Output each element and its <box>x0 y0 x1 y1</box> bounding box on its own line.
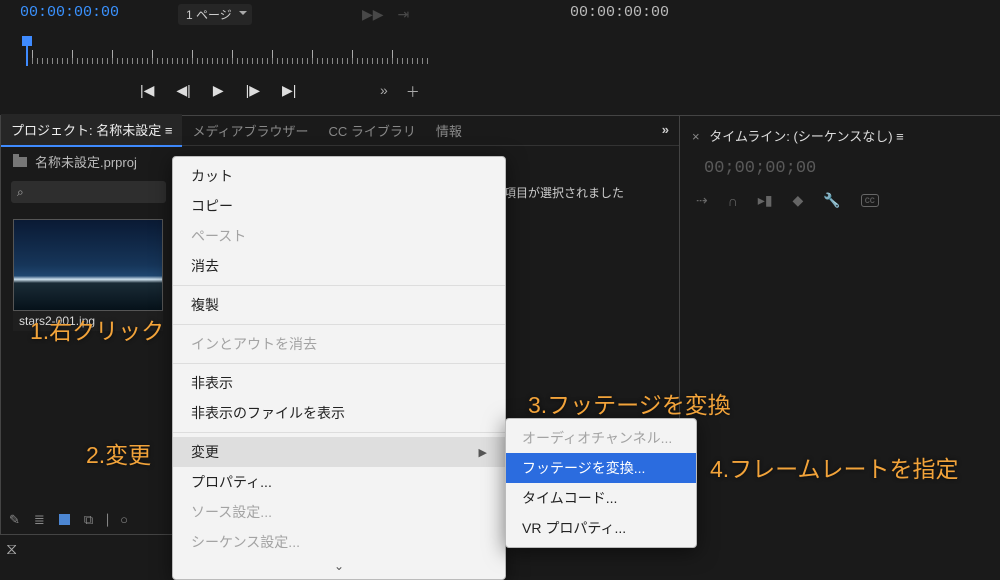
insert-icon[interactable]: ⇢ <box>696 192 708 209</box>
clip-name[interactable]: stars2-001.jpg <box>13 311 163 331</box>
marker-icon-2[interactable]: ⇥ <box>398 6 410 23</box>
go-to-in-button[interactable]: |◀ <box>140 82 154 99</box>
tab-project[interactable]: プロジェクト: 名称未設定 ≡ <box>1 114 182 147</box>
source-timecode: 00:00:00:00 <box>20 4 119 21</box>
icon-view-icon[interactable] <box>59 513 70 528</box>
playhead[interactable] <box>22 36 32 66</box>
overflow-icon[interactable]: » <box>380 82 388 102</box>
submenu-audio-channels: オーディオチャンネル... <box>506 423 696 453</box>
search-icon: ⌕ <box>17 185 24 200</box>
timeline-timecode[interactable]: 00;00;00;00 <box>704 159 990 178</box>
clip-item[interactable]: stars2-001.jpg <box>13 219 163 331</box>
menu-modify[interactable]: 変更▶ <box>173 437 505 467</box>
menu-paste: ペースト <box>173 221 505 251</box>
chevron-right-icon: ▶ <box>479 446 487 459</box>
modify-submenu: オーディオチャンネル... フッテージを変換... タイムコード... VR プ… <box>505 418 697 548</box>
chevron-down-icon[interactable]: ⌄ <box>173 557 505 575</box>
page-select[interactable]: 1 ページ <box>178 4 252 25</box>
go-to-out-button[interactable]: ▶| <box>282 82 296 99</box>
clip-thumbnail[interactable] <box>13 219 163 311</box>
step-back-button[interactable]: ◀| <box>176 82 190 99</box>
submenu-timecode[interactable]: タイムコード... <box>506 483 696 513</box>
submenu-interpret-footage[interactable]: フッテージを変換... <box>506 453 696 483</box>
menu-properties[interactable]: プロパティ... <box>173 467 505 497</box>
menu-hide[interactable]: 非表示 <box>173 368 505 398</box>
timeline-panel-title: タイムライン: (シーケンスなし) <box>709 129 892 144</box>
tab-cc-library[interactable]: CC ライブラリ <box>319 115 426 146</box>
menu-sequence-settings: シーケンス設定... <box>173 527 505 557</box>
menu-clear-in-out: インとアウトを消去 <box>173 329 505 359</box>
snap-icon[interactable]: ∩ <box>728 193 738 209</box>
submenu-vr-properties[interactable]: VR プロパティ... <box>506 513 696 543</box>
sort-icon[interactable]: ⎸○ <box>107 512 128 528</box>
selection-status: 項目が選択されました <box>504 184 624 201</box>
list-view-icon[interactable]: ≣ <box>34 512 45 528</box>
cc-icon[interactable]: cc <box>861 194 879 207</box>
menu-show-hidden[interactable]: 非表示のファイルを表示 <box>173 398 505 428</box>
menu-duplicate[interactable]: 複製 <box>173 290 505 320</box>
project-filename: 名称未設定.prproj <box>35 152 137 171</box>
project-folder-icon <box>13 157 27 167</box>
pencil-icon[interactable]: ✎ <box>9 512 20 528</box>
settings-icon[interactable]: 🔧 <box>823 192 840 209</box>
linked-selection-icon[interactable]: ▸▮ <box>758 192 773 209</box>
menu-clear[interactable]: 消去 <box>173 251 505 281</box>
tab-media-browser[interactable]: メディアブラウザー <box>182 115 318 146</box>
play-button[interactable]: ▶ <box>213 82 224 99</box>
context-menu: カット コピー ペースト 消去 複製 インとアウトを消去 非表示 非表示のファイ… <box>172 156 506 580</box>
menu-source-settings: ソース設定... <box>173 497 505 527</box>
marker-tool-icon[interactable]: ◆ <box>793 192 804 209</box>
program-timecode: 00:00:00:00 <box>570 4 669 21</box>
source-timeline-ruler[interactable] <box>12 36 437 66</box>
close-icon[interactable]: × <box>692 129 700 144</box>
step-forward-button[interactable]: |▶ <box>246 82 260 99</box>
menu-copy[interactable]: コピー <box>173 191 505 221</box>
marker-icon[interactable]: ▶▶ <box>362 6 384 23</box>
tab-info[interactable]: 情報 <box>426 115 472 146</box>
panel-overflow-icon[interactable]: » <box>662 122 669 137</box>
search-input[interactable]: ⌕ <box>11 181 166 203</box>
add-marker-button[interactable]: ＋ <box>406 82 420 102</box>
creative-cloud-icon: ⧖ <box>6 541 17 559</box>
menu-cut[interactable]: カット <box>173 161 505 191</box>
freeform-view-icon[interactable]: ⧉ <box>84 512 93 528</box>
